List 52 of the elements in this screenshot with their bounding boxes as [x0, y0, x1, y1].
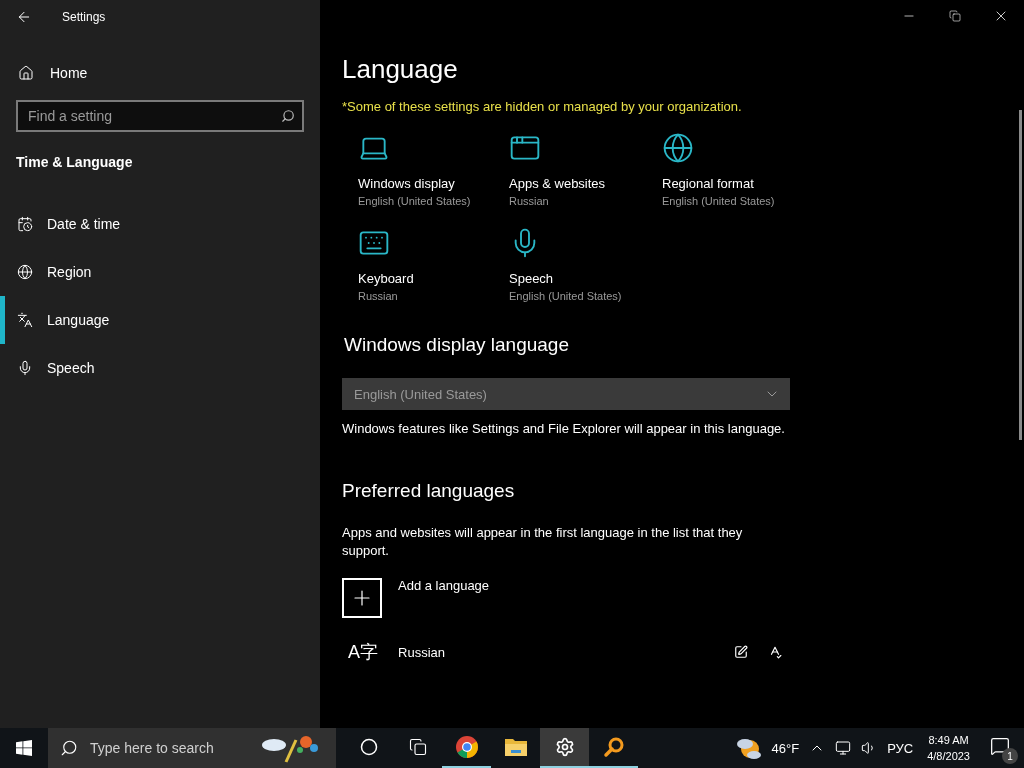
- search-icon: [281, 109, 295, 123]
- task-view-icon: [408, 738, 427, 756]
- language-glyph: A字: [348, 641, 378, 664]
- scrollbar[interactable]: [1019, 110, 1022, 440]
- pen-icon: [734, 645, 748, 659]
- section-heading: Preferred languages: [342, 480, 516, 502]
- microphone-icon: [17, 360, 33, 376]
- section-heading: Windows display language: [344, 334, 570, 356]
- setting-tile[interactable]: Speech English (United States): [509, 227, 662, 302]
- temperature-text: 46°F: [771, 740, 800, 756]
- setting-tile[interactable]: Windows display English (United States): [358, 132, 509, 207]
- nav-item[interactable]: Date & time: [0, 200, 320, 248]
- restore-icon: [949, 10, 961, 22]
- weather-icon: [735, 736, 762, 760]
- add-language-button[interactable]: [342, 578, 382, 618]
- message-icon: [990, 736, 1010, 756]
- gear-icon: [554, 737, 575, 757]
- description-text: Apps and websites will appear in the first language in the list that they support.: [342, 524, 744, 560]
- clock[interactable]: 8:49 AM 4/8/2023: [923, 732, 974, 764]
- globe-icon: [662, 132, 694, 164]
- nav-item[interactable]: Region: [0, 248, 320, 296]
- magnifier-icon: [602, 736, 625, 758]
- description-text: Windows features like Settings and File Explorer will appear in this language.: [342, 420, 786, 438]
- spellcheck-icon: [768, 645, 782, 659]
- browser-logo-icon: [454, 735, 479, 759]
- language-name[interactable]: Russian: [398, 644, 714, 660]
- setting-tile[interactable]: Apps & websites Russian: [509, 132, 662, 207]
- home-icon: [18, 65, 34, 81]
- globe-icon: [17, 264, 33, 280]
- policy-notice: *Some of these settings are hidden or managed by your organization.: [342, 99, 743, 114]
- notifications-button[interactable]: 1: [984, 732, 1018, 764]
- page-title: Language: [342, 54, 459, 85]
- setting-tile[interactable]: Regional format English (United States): [662, 132, 813, 207]
- home-link[interactable]: Home: [0, 54, 320, 92]
- folder-icon: [503, 737, 528, 757]
- search-icon: [60, 739, 78, 757]
- window-title: Settings: [62, 10, 106, 24]
- taskbar-app[interactable]: [540, 728, 589, 768]
- calendar-clock-icon: [17, 216, 33, 232]
- back-button[interactable]: [16, 9, 32, 25]
- windows-logo-icon: [16, 740, 32, 756]
- section-title: Time & Language: [16, 154, 134, 170]
- add-language-label[interactable]: Add a language: [398, 578, 490, 593]
- taskbar-search-field[interactable]: Type here to search: [88, 739, 248, 757]
- language-icon: [17, 312, 33, 328]
- notification-count: 1: [1002, 748, 1018, 764]
- search-field[interactable]: Find a setting: [16, 100, 304, 132]
- input-language[interactable]: РУС: [887, 740, 914, 756]
- nav-item[interactable]: Speech: [0, 344, 320, 392]
- circle-icon: [359, 738, 378, 756]
- setting-tile[interactable]: Keyboard Russian: [358, 227, 509, 302]
- network-icon[interactable]: [835, 740, 852, 756]
